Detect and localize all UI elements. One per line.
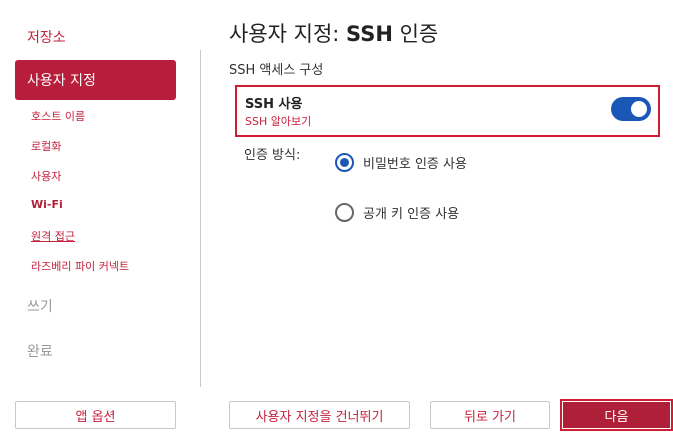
next-button[interactable]: 다음 bbox=[560, 399, 673, 431]
sidebar-subitem-localization[interactable]: 로컬화 bbox=[31, 138, 61, 154]
sidebar-item-write: 쓰기 bbox=[27, 299, 53, 315]
sidebar-subitem-pi-connect[interactable]: 라즈베리 파이 커넥트 bbox=[31, 258, 129, 274]
auth-option-password[interactable]: 비밀번호 인증 사용 bbox=[335, 153, 467, 172]
auth-option-public-key[interactable]: 공개 키 인증 사용 bbox=[335, 203, 459, 222]
page-title: 사용자 지정: SSH 인증 bbox=[229, 22, 439, 46]
sidebar-item-label: 사용자 지정 bbox=[27, 73, 96, 89]
auth-method-label: 인증 방식: bbox=[244, 148, 301, 163]
app-options-button[interactable]: 앱 옵션 bbox=[15, 401, 176, 429]
sidebar-item-customize[interactable]: 사용자 지정 bbox=[15, 60, 176, 100]
ssh-learn-more-link[interactable]: SSH 알아보기 bbox=[245, 113, 311, 129]
auth-option-label: 공개 키 인증 사용 bbox=[363, 207, 460, 222]
auth-option-label: 비밀번호 인증 사용 bbox=[363, 157, 467, 172]
sidebar-divider bbox=[200, 50, 201, 387]
sidebar-item-done: 완료 bbox=[27, 344, 53, 360]
page-subtitle: SSH 액세스 구성 bbox=[229, 63, 324, 78]
sidebar-subitem-remote-access[interactable]: 원격 접근 bbox=[31, 228, 75, 244]
ssh-enable-label: SSH 사용 bbox=[245, 97, 303, 112]
radio-checked-icon[interactable] bbox=[335, 153, 354, 172]
sidebar-item-storage[interactable]: 저장소 bbox=[27, 27, 66, 47]
ssh-enable-row: SSH 사용 SSH 알아보기 bbox=[235, 85, 660, 137]
sidebar-subitem-hostname[interactable]: 호스트 이름 bbox=[31, 108, 85, 124]
toggle-knob bbox=[631, 101, 647, 117]
sidebar-subitem-user[interactable]: 사용자 bbox=[31, 168, 61, 184]
back-button[interactable]: 뒤로 가기 bbox=[430, 401, 550, 429]
ssh-toggle[interactable] bbox=[611, 97, 651, 121]
next-button-label: 다음 bbox=[563, 402, 670, 428]
skip-customization-button[interactable]: 사용자 지정을 건너뛰기 bbox=[229, 401, 410, 429]
radio-unchecked-icon[interactable] bbox=[335, 203, 354, 222]
sidebar-subitem-wifi[interactable]: Wi-Fi bbox=[31, 198, 63, 211]
